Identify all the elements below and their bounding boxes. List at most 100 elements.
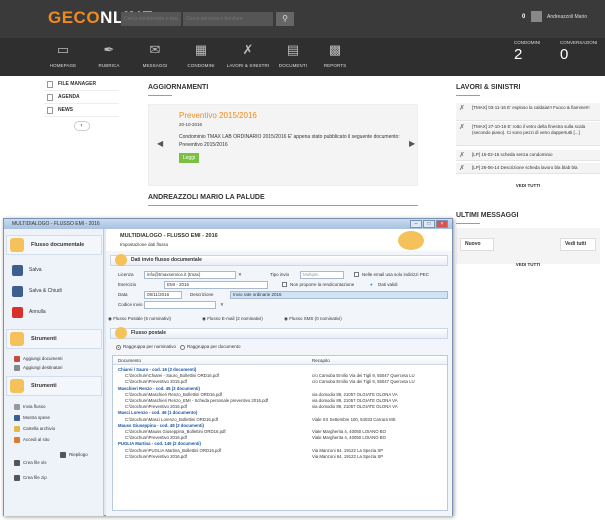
carousel-next-icon[interactable]: ▶ [409,139,415,148]
data-input[interactable]: 08/11/2016 [144,291,182,299]
all-messages-button[interactable]: Vedi tutti [560,238,596,251]
crea-zip-button[interactable]: Crea file zip [14,474,47,482]
codice-invio-input[interactable] [144,301,216,309]
carousel-prev-icon[interactable]: ◀ [157,139,163,148]
main-nav: ▭ HOMEPAGE ✒ RUBRICA ✉ MESSAGGI ▦ CONDOMINI … [0,38,605,76]
stat-conversazioni[interactable]: CONVERSAZIONI 0 [560,40,597,63]
esercizio-select[interactable]: EMI - 2016 [164,281,268,289]
monitor-icon: ▭ [56,42,70,57]
sidemenu-agenda[interactable]: AGENDA [44,91,119,104]
documents-table: Documento Recapito Chiarei / Sauro - cod… [112,355,448,511]
crea-xls-button[interactable]: Crea file xls [14,459,47,467]
search-persona-input[interactable] [183,12,273,26]
nav-condomini[interactable]: ▦ CONDOMINI [178,38,224,76]
add-recipient-icon [14,365,20,371]
esercizio-label: Esercizio [118,282,137,287]
notification-count[interactable]: 0 [522,14,525,20]
tools-icon [10,379,24,393]
aggiungi-documenti-button[interactable]: Aggiungi documenti [14,355,63,363]
tipo-invio-select[interactable]: Multiplo [300,271,344,279]
clear-icon[interactable]: ✕ [238,271,242,279]
folder-icon [14,426,20,432]
aggiungi-destinatari-button[interactable]: Aggiungi destinatari [14,364,63,372]
dati-invio-panel-header: Dati invio flusso documentale [110,254,448,266]
minimize-icon[interactable]: – [410,220,422,228]
riepilogo-button[interactable]: Riepilogo [60,451,88,459]
table-row[interactable]: C:\brochure\Preventivo 2016.pdf Via Manzo… [113,453,447,460]
search-icon[interactable]: ⚲ [276,12,294,26]
messages-vedi-tutti-link[interactable]: VEDI TUTTI [456,262,600,267]
no-rendicontazione-checkbox[interactable] [282,282,287,287]
read-button[interactable]: Leggi [179,153,199,163]
new-message-button[interactable]: Nuovo [460,238,494,251]
updates-title: AGGIORNAMENTI [148,84,209,91]
pec-checkbox[interactable] [354,272,359,277]
salva-chiudi-button[interactable]: Salva & Chiudi [12,285,62,298]
mail-icon [115,254,127,266]
nav-lavori-sinistri[interactable]: ✗ LAVORI & SINISTRI [220,38,276,76]
tipo-invio-label: Tipo invio [270,272,290,277]
codice-invio-label: Codice invio [118,302,143,307]
stat-condomini[interactable]: CONDOMINI 2 [514,40,540,63]
user-name[interactable]: Andreazzoli Mario [547,14,587,20]
lavori-item[interactable]: ✗ [TMAX] 27-10-16 E' rotto il vetro della… [456,122,600,146]
nav-reports[interactable]: ▩ REPORTS [312,38,358,76]
tab-flusso-sms[interactable]: ◉ Flusso SMS (0 nominativi) [284,315,346,323]
maximize-icon[interactable]: □ [423,220,435,228]
col-recapito[interactable]: Recapito [312,356,330,365]
lavori-item[interactable]: ✗ [LP] 26-06-14 Descrizione scheda lavoro… [456,163,600,174]
row-documento: C:\brochure\Preventivo 2016.pdf [125,453,187,459]
side-menu: FILE MANAGER AGENDA NEWS ‹ [44,78,119,135]
dati-validi-label: Dati validi [378,282,398,287]
divider [148,205,418,206]
nav-messaggi[interactable]: ✉ MESSAGGI [132,38,178,76]
lavori-item[interactable]: ✗ [LP] 15-02-15 scheda senza condominio [456,150,600,161]
expenses-icon [14,415,20,421]
tab-flusso-postale[interactable]: ◉ Flusso Postale (5 nominativi) [108,315,175,323]
messages-box: Nuovo Vedi tutti [456,228,600,264]
lavori-vedi-tutti-link[interactable]: VEDI TUTTI [456,183,600,188]
descrizione-input[interactable]: Invio rate ordinarie 2016 [230,291,448,299]
licenza-select[interactable]: info@tmaxservice.it (tmax) [144,271,236,279]
row-recapito: Via Manzoni 64, 19122 La Spezia SP [312,453,384,459]
sidemenu-news[interactable]: NEWS [44,104,119,117]
avatar[interactable] [531,11,542,22]
update-title[interactable]: Preventivo 2015/2016 [179,111,257,120]
section-title: ANDREAZZOLI MARIO LA PALUDE [148,194,265,201]
postal-icon [115,327,127,339]
chart-icon: ▩ [328,42,342,57]
data-label: Data [118,292,128,297]
dialog-header: MULTIDIALOGO - FLUSSO EMI - 2016 Imposta… [106,229,452,251]
invia-flusso-button[interactable]: Invia flusso [14,403,46,411]
file-icon [47,81,53,88]
building-icon: ▦ [194,42,208,57]
update-date: 20-10-2016 [179,122,203,127]
col-documento[interactable]: Documento [118,356,141,365]
cartella-archivio-button[interactable]: Cartella archivio [14,425,55,433]
dialog-subheading: Impostazione dati flusso [120,242,169,247]
nav-rubrica[interactable]: ✒ RUBRICA [86,38,132,76]
annulla-button[interactable]: Annulla [12,306,46,319]
lavori-item[interactable]: ✗ [TMAX] 03-11-16 E' esploso la caldaia!!… [456,103,600,121]
raggruppa-nominativo-radio[interactable] [116,345,121,350]
tools-icon [10,332,24,346]
mostra-spese-button[interactable]: Mostra spese [14,414,50,422]
window-titlebar[interactable]: MULTIDIALOGO - FLUSSO EMI - 2016 – □ × [4,219,452,229]
top-bar: GECONLINE ⚲ 0 Andreazzoli Mario [0,0,605,38]
clear-icon[interactable]: ✕ [220,301,224,309]
strumenti-header-2: Strumenti [6,376,102,396]
nav-documenti[interactable]: ▤ DOCUMENTI [270,38,316,76]
nav-homepage[interactable]: ▭ HOMEPAGE [40,38,86,76]
close-icon[interactable]: × [436,220,448,228]
salva-button[interactable]: Salva [12,264,42,277]
table-header: Documento Recapito [113,356,447,365]
search-condominio-input[interactable] [121,12,181,26]
divider [456,95,480,96]
raggruppa-documento-radio[interactable] [180,345,185,350]
tab-flusso-email[interactable]: ◉ Flusso E-mail (2 nominativi) [202,315,267,323]
flusso-postale-panel-header: Flusso postale [110,327,448,339]
collapse-menu-icon[interactable]: ‹ [73,121,90,131]
accedi-sito-button[interactable]: Accedi al sito [14,436,50,444]
flussi-tabs: ◉ Flusso Postale (5 nominativi) ◉ Flusso… [106,315,452,323]
sidemenu-file-manager[interactable]: FILE MANAGER [44,78,119,91]
